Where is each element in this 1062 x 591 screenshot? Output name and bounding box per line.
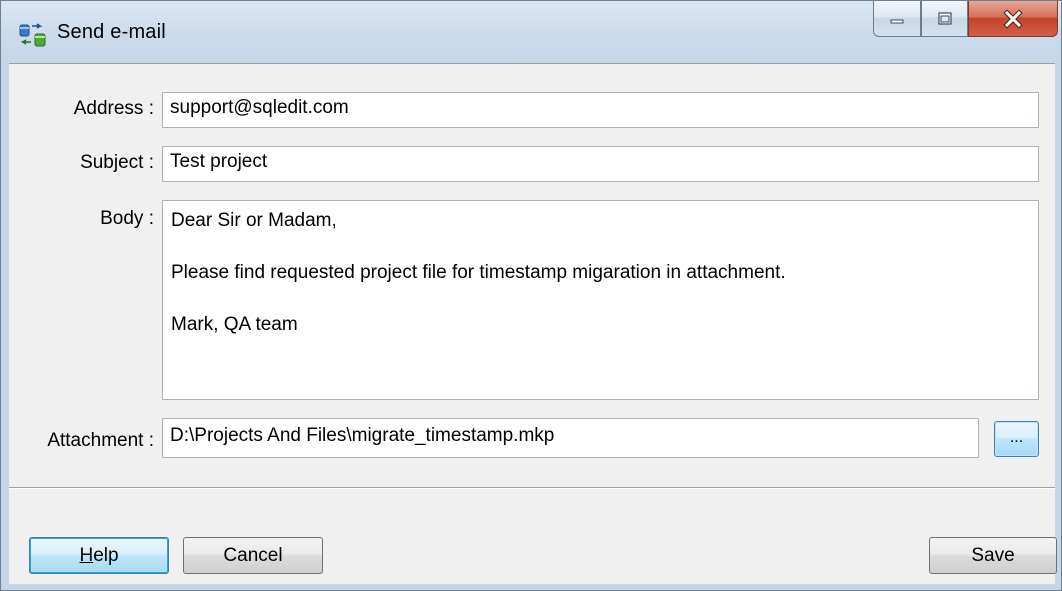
- help-label: elp: [93, 545, 119, 566]
- maximize-icon: [937, 11, 952, 25]
- database-transfer-icon: [19, 23, 46, 47]
- window-title: Send e-mail: [57, 21, 166, 43]
- close-button[interactable]: [968, 1, 1058, 37]
- address-field[interactable]: support@sqledit.com: [162, 92, 1039, 128]
- title-bar[interactable]: Send e-mail: [1, 1, 1061, 63]
- body-line: Please find requested project file for t…: [171, 262, 786, 283]
- attachment-field[interactable]: D:\Projects And Files\migrate_timestamp.…: [162, 418, 979, 458]
- subject-label: Subject :: [80, 152, 154, 173]
- body-textarea[interactable]: Dear Sir or Madam, Please find requested…: [162, 200, 1039, 400]
- browse-attachment-button[interactable]: ...: [994, 421, 1039, 457]
- close-icon: [1003, 8, 1023, 29]
- divider: [9, 487, 1055, 489]
- body-label: Body :: [100, 208, 154, 229]
- body-line: Mark, QA team: [171, 314, 298, 335]
- minimize-icon: [890, 19, 904, 23]
- cancel-button[interactable]: Cancel: [183, 537, 323, 574]
- address-label: Address :: [73, 98, 154, 119]
- body-line: Dear Sir or Madam,: [171, 210, 337, 231]
- help-mnemonic: H: [79, 545, 94, 566]
- save-button[interactable]: Save: [929, 537, 1057, 574]
- subject-field[interactable]: Test project: [162, 146, 1039, 182]
- help-button[interactable]: Help: [29, 537, 169, 574]
- maximize-button[interactable]: [921, 1, 968, 37]
- attachment-label: Attachment :: [47, 430, 154, 451]
- send-email-dialog: Send e-mail Address : support@sqledit.co…: [0, 0, 1062, 591]
- dialog-content: Address : support@sqledit.com Subject : …: [9, 63, 1057, 584]
- minimize-button[interactable]: [873, 1, 921, 37]
